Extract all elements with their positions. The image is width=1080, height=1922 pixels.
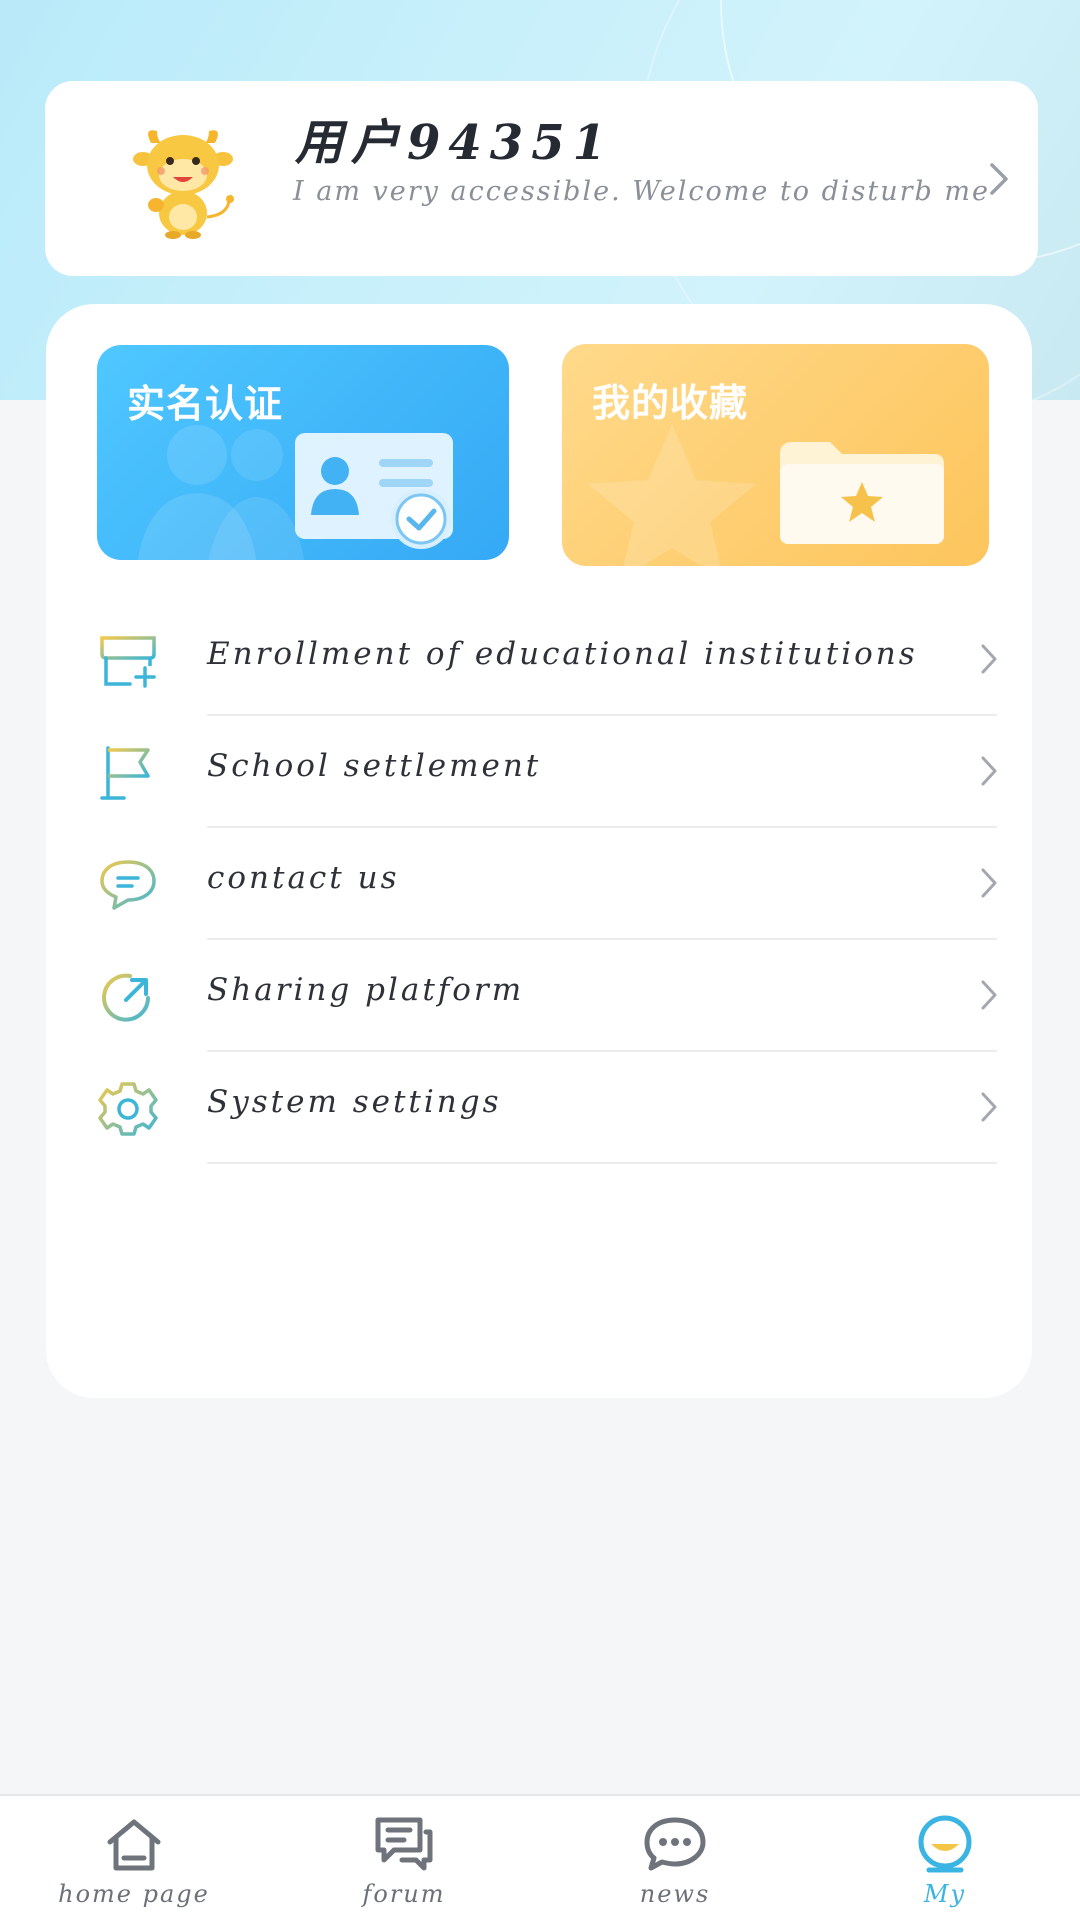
menu-item-sharing-platform[interactable]: Sharing platform [46, 940, 1032, 1052]
star-icon [588, 424, 756, 566]
nav-tab-forum[interactable]: forum [304, 1796, 504, 1922]
id-card-icon [295, 433, 453, 549]
bottom-nav: home page forum news My [0, 1794, 1080, 1922]
forum-icon [375, 1817, 433, 1871]
chevron-right-icon [981, 644, 997, 674]
real-name-verification-card[interactable]: 实名认证 [97, 345, 509, 560]
avatar [133, 130, 234, 239]
menu-item-label: System settings [207, 1084, 502, 1120]
share-icon [102, 973, 150, 1022]
menu-item-label: contact us [207, 860, 400, 896]
menu-item-system-settings[interactable]: System settings [46, 1052, 1032, 1164]
username: 用户94351 [295, 115, 614, 171]
chevron-right-icon [990, 163, 1008, 195]
menu-item-enrollment[interactable]: Enrollment of educational institutions [46, 604, 1032, 716]
main-panel: 实名认证 我的收藏 Enrollment of educational inst… [46, 304, 1032, 1398]
flag-icon [100, 746, 150, 800]
nav-tab-news[interactable]: news [575, 1796, 775, 1922]
nav-tab-my[interactable]: My [845, 1796, 1045, 1922]
chevron-right-icon [981, 756, 997, 786]
institution-icon [100, 636, 156, 688]
nav-label: home page [58, 1880, 210, 1908]
menu-item-label: Sharing platform [207, 972, 525, 1008]
chevron-right-icon [981, 1092, 997, 1122]
profile-card[interactable]: 用户94351 I am very accessible. Welcome to… [45, 81, 1038, 276]
chevron-right-icon [981, 868, 997, 898]
my-favorites-card[interactable]: 我的收藏 [562, 344, 989, 566]
home-icon [107, 1819, 161, 1871]
nav-label: forum [362, 1880, 446, 1908]
gear-icon [98, 1082, 158, 1136]
profile-bio: I am very accessible. Welcome to disturb… [293, 176, 990, 207]
menu-list: Enrollment of educational institutions S… [46, 604, 1032, 1164]
menu-item-label: Enrollment of educational institutions [207, 636, 918, 672]
menu-item-contact-us[interactable]: contact us [46, 828, 1032, 940]
news-icon [644, 1817, 706, 1871]
divider [207, 1162, 997, 1164]
chevron-right-icon [981, 980, 997, 1010]
my-icon [918, 1815, 972, 1873]
nav-label: news [639, 1880, 711, 1908]
folder-star-icon [780, 442, 944, 544]
nav-tab-home[interactable]: home page [34, 1796, 234, 1922]
favorites-card-title: 我的收藏 [592, 381, 749, 425]
menu-item-school-settlement[interactable]: School settlement [46, 716, 1032, 828]
verify-card-title: 实名认证 [127, 382, 284, 426]
menu-item-label: School settlement [207, 748, 542, 784]
nav-label: My [923, 1880, 967, 1908]
chat-bubble-icon [100, 860, 156, 910]
